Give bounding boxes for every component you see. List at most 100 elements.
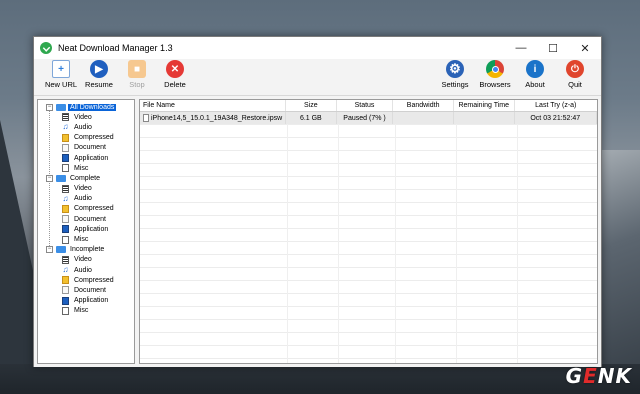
tree-item-label: Audio <box>74 266 92 274</box>
collapse-icon[interactable]: − <box>46 246 53 254</box>
tree-item-audio[interactable]: ♫ Audio <box>38 265 134 275</box>
tree-item-application[interactable]: Application <box>38 296 134 306</box>
tree-item-video[interactable]: Video <box>38 112 134 122</box>
tree-item-compressed[interactable]: Compressed <box>38 133 134 143</box>
settings-button[interactable]: ⚙ Settings <box>435 59 475 89</box>
resume-label: Resume <box>85 80 113 89</box>
maximize-button[interactable]: ☐ <box>537 37 569 59</box>
minimize-button[interactable]: — <box>505 37 537 59</box>
tree-item-compressed[interactable]: Compressed <box>38 204 134 214</box>
column-header-status[interactable]: Status <box>337 100 394 111</box>
download-list[interactable]: File Name Size Status Bandwidth Remainin… <box>139 99 598 364</box>
window-title: Neat Download Manager 1.3 <box>58 43 173 53</box>
compressed-icon <box>62 133 69 142</box>
table-row[interactable]: iPhone14,5_15.0.1_19A348_Restore.ipsw 6.… <box>140 112 597 124</box>
document-icon <box>62 143 69 152</box>
tree-item-video[interactable]: Video <box>38 255 134 265</box>
column-header-remaining-time[interactable]: Remaining Time <box>454 100 515 111</box>
tree-item-label: Video <box>74 185 92 193</box>
tree-item-label: Application <box>74 297 109 305</box>
tree-item-label: Application <box>74 154 109 162</box>
title-bar: Neat Download Manager 1.3 — ☐ ✕ <box>34 37 601 59</box>
watermark-accent-letter: E <box>583 364 598 388</box>
tree-item-application[interactable]: Application <box>38 153 134 163</box>
video-icon <box>62 255 69 264</box>
tree-item-document[interactable]: Document <box>38 143 134 153</box>
tree-group-complete[interactable]: − Complete <box>38 173 134 183</box>
column-divider <box>287 112 288 363</box>
column-divider <box>517 112 518 363</box>
cell-status: Paused (7% ) <box>337 112 394 124</box>
toolbar: + New URL ▶ Resume ■ Stop ✕ Delete ⚙ Set… <box>34 59 601 96</box>
collapse-icon[interactable]: − <box>46 174 53 182</box>
tree-item-audio[interactable]: ♫ Audio <box>38 194 134 204</box>
compressed-icon <box>62 276 69 285</box>
tree-item-audio[interactable]: ♫ Audio <box>38 122 134 132</box>
close-button[interactable]: ✕ <box>569 37 601 59</box>
document-icon <box>62 286 69 295</box>
category-tree[interactable]: − All Downloads Video ♫ Audio Compressed … <box>37 99 135 364</box>
play-icon: ▶ <box>90 60 108 78</box>
new-url-icon: + <box>52 60 70 78</box>
watermark-letter: G <box>565 364 584 388</box>
watermark-logo: GENK <box>566 364 632 388</box>
column-header-bandwidth[interactable]: Bandwidth <box>393 100 454 111</box>
misc-icon <box>62 164 69 173</box>
tree-group-all-downloads[interactable]: − All Downloads <box>38 102 134 112</box>
quit-button[interactable]: ⏻ Quit <box>555 59 595 89</box>
tree-item-label: Misc <box>74 307 89 315</box>
tree-item-label: Compressed <box>74 276 114 284</box>
power-icon: ⏻ <box>566 60 584 78</box>
folder-icon <box>56 103 66 111</box>
stop-icon: ■ <box>128 60 146 78</box>
audio-icon: ♫ <box>62 265 69 275</box>
app-window: Neat Download Manager 1.3 — ☐ ✕ + New UR… <box>33 36 602 367</box>
list-header: File Name Size Status Bandwidth Remainin… <box>140 100 597 112</box>
delete-button[interactable]: ✕ Delete <box>156 59 194 89</box>
tree-item-label: Compressed <box>74 134 114 142</box>
folder-icon <box>56 174 66 182</box>
tree-item-misc[interactable]: Misc <box>38 163 134 173</box>
collapse-icon[interactable]: − <box>46 103 53 111</box>
stop-button[interactable]: ■ Stop <box>118 59 156 89</box>
tree-item-compressed[interactable]: Compressed <box>38 275 134 285</box>
main-content: − All Downloads Video ♫ Audio Compressed … <box>34 96 601 367</box>
column-header-last-try[interactable]: Last Try (z-a) <box>515 100 597 111</box>
tree-item-label: Document <box>74 144 106 152</box>
tree-item-video[interactable]: Video <box>38 184 134 194</box>
column-header-size[interactable]: Size <box>286 100 337 111</box>
misc-icon <box>62 306 69 315</box>
application-icon <box>62 225 69 234</box>
app-logo-icon <box>40 42 52 54</box>
video-icon <box>62 184 69 193</box>
tree-item-misc[interactable]: Misc <box>38 234 134 244</box>
tree-item-label: Compressed <box>74 205 114 213</box>
browser-icon <box>486 60 504 78</box>
background-ground <box>0 364 640 394</box>
application-icon <box>62 296 69 305</box>
tree-group-incomplete[interactable]: − Incomplete <box>38 245 134 255</box>
resume-button[interactable]: ▶ Resume <box>80 59 118 89</box>
tree-item-misc[interactable]: Misc <box>38 306 134 316</box>
browsers-button[interactable]: Browsers <box>475 59 515 89</box>
cell-remaining-time <box>454 112 515 124</box>
tree-group-label: Complete <box>70 174 100 182</box>
quit-label: Quit <box>568 80 582 89</box>
delete-icon: ✕ <box>166 60 184 78</box>
tree-item-document[interactable]: Document <box>38 285 134 295</box>
tree-item-document[interactable]: Document <box>38 214 134 224</box>
tree-item-label: Misc <box>74 236 89 244</box>
tree-item-application[interactable]: Application <box>38 224 134 234</box>
about-button[interactable]: i About <box>515 59 555 89</box>
new-url-button[interactable]: + New URL <box>42 59 80 89</box>
video-icon <box>62 113 69 122</box>
file-icon <box>143 114 149 122</box>
tree-item-label: Document <box>74 215 106 223</box>
tree-item-label: Misc <box>74 164 89 172</box>
column-header-file-name[interactable]: File Name <box>140 100 286 111</box>
audio-icon: ♫ <box>62 193 69 203</box>
tree-group-label: Incomplete <box>70 246 105 254</box>
tree-item-label: Video <box>74 113 92 121</box>
tree-item-label: Application <box>74 225 109 233</box>
tree-item-label: Audio <box>74 195 92 203</box>
